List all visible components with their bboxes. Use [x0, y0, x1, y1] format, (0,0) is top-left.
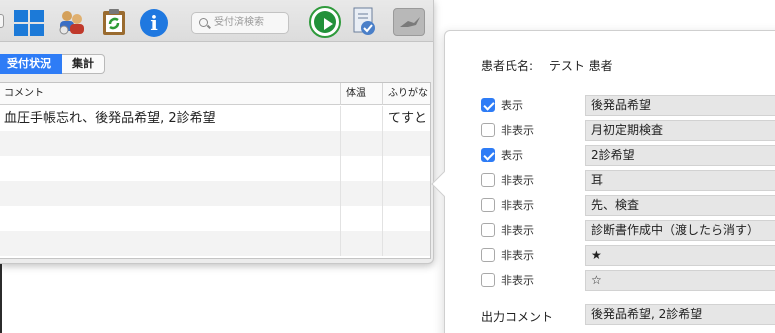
cell-comment: [0, 131, 341, 156]
table-row[interactable]: [0, 181, 430, 206]
cell-temperature: [341, 131, 383, 156]
patient-name-label: 患者氏名:: [481, 59, 534, 73]
comment-option-row: 非表示 先、検査: [481, 195, 775, 216]
patient-name: テスト 患者: [548, 59, 613, 73]
option-visibility-label: 非表示: [501, 249, 534, 262]
reception-table: コメント 体温 ふりがな 血圧手帳忘れ、後発品希望, 2診希望 てすと: [0, 82, 431, 259]
refresh-clipboard-icon[interactable]: [101, 8, 127, 36]
toolbar: i 受付済検索: [0, 0, 433, 42]
show-checkbox[interactable]: [481, 148, 495, 162]
cell-temperature: [341, 231, 383, 256]
table-row[interactable]: [0, 206, 430, 231]
option-text-field[interactable]: 後発品希望: [585, 95, 775, 116]
show-checkbox[interactable]: [481, 223, 495, 237]
show-checkbox[interactable]: [481, 248, 495, 262]
cell-furigana: [383, 156, 430, 181]
info-icon[interactable]: i: [140, 9, 168, 37]
window-edge: [0, 264, 2, 333]
table-row[interactable]: [0, 156, 430, 181]
cell-furigana: [383, 131, 430, 156]
cell-furigana: てすと: [388, 111, 428, 126]
show-checkbox[interactable]: [481, 98, 495, 112]
tab-reception-status[interactable]: 受付状況: [0, 54, 62, 74]
play-icon[interactable]: [309, 6, 341, 38]
output-comment-field[interactable]: 後発品希望, 2診希望: [585, 304, 775, 325]
option-visibility-label: 非表示: [501, 274, 534, 287]
output-comment-label: 出力コメント: [481, 310, 554, 324]
cell-temperature: [341, 106, 383, 131]
cell-furigana: [383, 231, 430, 256]
cell-comment: [0, 156, 341, 181]
cell-comment: 血圧手帳忘れ、後発品希望, 2診希望: [0, 106, 341, 131]
cell-comment: [0, 181, 341, 206]
table-row[interactable]: 血圧手帳忘れ、後発品希望, 2診希望 てすと: [0, 106, 430, 131]
grid-icon[interactable]: [14, 10, 44, 36]
show-checkbox[interactable]: [481, 123, 495, 137]
bird-icon[interactable]: [393, 8, 425, 36]
comment-option-row: 非表示 耳: [481, 170, 775, 191]
cell-temperature: [341, 206, 383, 231]
document-icon[interactable]: [350, 6, 380, 38]
option-text-field[interactable]: ☆: [585, 270, 775, 291]
option-text-field[interactable]: 診断書作成中（渡したら消す）: [585, 220, 775, 241]
option-text-field[interactable]: 2診希望: [585, 145, 775, 166]
search-icon: [199, 18, 208, 27]
option-text-field[interactable]: ★: [585, 245, 775, 266]
main-window: i 受付済検索 受付状況 集計 コメント 体温 ふりがな 血圧手帳忘れ、後発品希…: [0, 0, 434, 264]
option-visibility-label: 表示: [501, 149, 523, 162]
option-visibility-label: 表示: [501, 99, 523, 112]
tab-bar: 受付状況 集計: [0, 54, 105, 74]
table-row[interactable]: [0, 231, 430, 256]
comment-option-row: 表示 後発品希望: [481, 95, 775, 116]
column-header-furigana[interactable]: ふりがな: [383, 83, 430, 105]
comment-option-row: 非表示 月初定期検査: [481, 120, 775, 141]
cell-furigana: [383, 181, 430, 206]
comment-option-row: 非表示 ★: [481, 245, 775, 266]
patient-info: 患者氏名: テスト 患者: [481, 57, 613, 74]
tab-summary[interactable]: 集計: [62, 54, 105, 74]
cell-temperature: [341, 156, 383, 181]
search-input[interactable]: 受付済検索: [191, 12, 289, 34]
show-checkbox[interactable]: [481, 273, 495, 287]
option-text-field[interactable]: 耳: [585, 170, 775, 191]
option-visibility-label: 非表示: [501, 174, 534, 187]
option-visibility-label: 非表示: [501, 224, 534, 237]
comment-option-row: 表示 2診希望: [481, 145, 775, 166]
table-header: コメント 体温 ふりがな: [0, 83, 430, 105]
cell-comment: [0, 231, 341, 256]
show-checkbox[interactable]: [481, 198, 495, 212]
table-row[interactable]: [0, 131, 430, 156]
users-icon[interactable]: [57, 8, 87, 36]
option-text-field[interactable]: 月初定期検査: [585, 120, 775, 141]
option-text-field[interactable]: 先、検査: [585, 195, 775, 216]
comment-option-row: 非表示 診断書作成中（渡したら消す）: [481, 220, 775, 241]
window-edge-control[interactable]: [0, 14, 4, 28]
column-header-comment[interactable]: コメント: [0, 83, 341, 105]
column-header-temperature[interactable]: 体温: [341, 83, 383, 105]
comment-option-row: 非表示 ☆: [481, 270, 775, 291]
option-visibility-label: 非表示: [501, 199, 534, 212]
search-placeholder: 受付済検索: [214, 17, 264, 28]
cell-furigana: [383, 206, 430, 231]
cell-temperature: [341, 181, 383, 206]
output-comment-row: 出力コメント 後発品希望, 2診希望: [481, 304, 775, 326]
show-checkbox[interactable]: [481, 173, 495, 187]
option-visibility-label: 非表示: [501, 124, 534, 137]
cell-comment: [0, 206, 341, 231]
